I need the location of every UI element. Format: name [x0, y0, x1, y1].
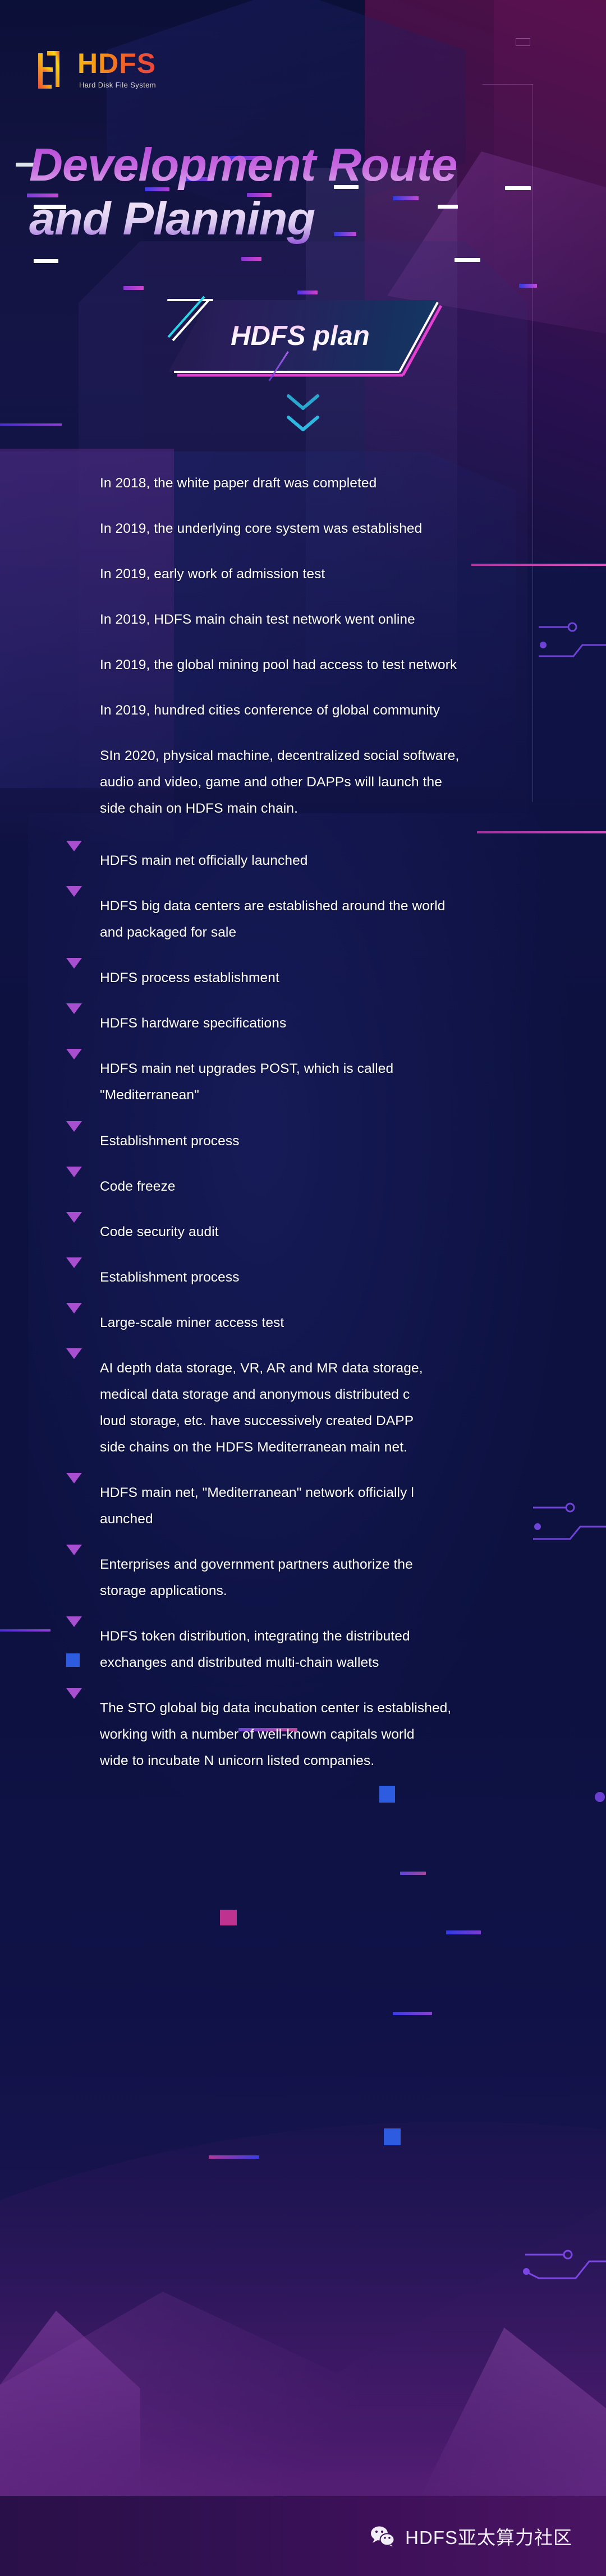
decor-square-pink-1 [220, 1910, 237, 1925]
decor-square-blue-2 [384, 2128, 401, 2145]
timeline-item-text: The STO global big data incubation cente… [100, 1700, 452, 1769]
timeline-item-text: HDFS token distribution, integrating the… [100, 1628, 410, 1670]
timeline-item-text: In 2019, hundred cities conference of gl… [100, 703, 440, 718]
triangle-down-bullet-icon [66, 1472, 82, 1493]
timeline-item: HDFS token distribution, integrating the… [66, 1616, 560, 1676]
double-chevron-down-icon-second [287, 416, 319, 431]
triangle-down-bullet-icon [66, 841, 82, 861]
decor-line-d [393, 2012, 432, 2015]
timeline-item: In 2019, the underlying core system was … [66, 515, 560, 542]
plan-banner-label: HDFS plan [168, 300, 438, 372]
circuit-decor-bottom-icon [523, 2250, 606, 2279]
decor-dot-1 [595, 1792, 605, 1802]
timeline-item: SIn 2020, physical machine, decentralize… [66, 743, 560, 822]
timeline-item: In 2019, HDFS main chain test network we… [66, 606, 560, 633]
timeline-item-text: Code security audit [100, 1224, 219, 1239]
decor-glitch-14 [123, 286, 144, 290]
triangle-down-bullet-icon [66, 1049, 82, 1070]
timeline-item: Code security audit [66, 1211, 560, 1245]
timeline-item: HDFS big data centers are established ar… [66, 886, 560, 946]
timeline-item: The STO global big data incubation cente… [66, 1688, 560, 1774]
timeline-item-text: HDFS main net upgrades POST, which is ca… [100, 1061, 394, 1103]
wechat-icon [371, 2526, 395, 2547]
timeline-item: HDFS main net officially launched [66, 841, 560, 874]
timeline-item: In 2019, early work of admission test [66, 561, 560, 587]
triangle-down-bullet-icon [66, 1257, 82, 1278]
page-title-line-1: Development Route [29, 139, 457, 191]
triangle-down-bullet-icon [66, 886, 82, 907]
timeline-item-text: AI depth data storage, VR, AR and MR dat… [100, 1360, 423, 1455]
triangle-down-bullet-icon [66, 1302, 82, 1323]
timeline-item-text: Code freeze [100, 1178, 176, 1194]
timeline-item: Establishment process [66, 1121, 560, 1154]
triangle-down-bullet-icon [66, 1003, 82, 1024]
timeline-item-text: SIn 2020, physical machine, decentralize… [100, 748, 460, 817]
timeline-list: In 2018, the white paper draft was compl… [66, 470, 560, 1793]
timeline-item-text: Enterprises and government partners auth… [100, 1556, 413, 1598]
decor-line-b [400, 1872, 426, 1875]
triangle-down-bullet-icon [66, 1544, 82, 1565]
page-title-line-2: and Planning [29, 192, 315, 245]
timeline-item: In 2019, the global mining pool had acce… [66, 652, 560, 678]
timeline-item-text: Large-scale miner access test [100, 1315, 284, 1330]
decor-glitch-15 [297, 291, 318, 294]
triangle-down-bullet-icon [66, 1348, 82, 1368]
scroll-down-indicator [0, 393, 606, 433]
timeline-item: In 2018, the white paper draft was compl… [66, 470, 560, 496]
brand-logo: HDFS Hard Disk File System [33, 49, 156, 89]
decor-line-e [209, 2155, 259, 2159]
page-title: Development Route and Planning [29, 138, 579, 246]
hdfs-bracket-logo-icon [38, 51, 59, 89]
timeline-item: HDFS hardware specifications [66, 1003, 560, 1036]
timeline-item-text: In 2019, the global mining pool had acce… [100, 657, 457, 673]
decor-square-outline [516, 38, 530, 46]
decor-horizontal-tick-1 [483, 84, 533, 85]
timeline-item-text: HDFS main net, "Mediterranean" network o… [100, 1485, 414, 1527]
decor-glitch-16 [454, 258, 480, 262]
triangle-down-bullet-icon [66, 958, 82, 979]
timeline-item-text: HDFS hardware specifications [100, 1016, 287, 1031]
timeline-item: Large-scale miner access test [66, 1302, 560, 1336]
timeline-item-text: HDFS main net officially launched [100, 853, 308, 869]
triangle-down-bullet-icon [66, 1211, 82, 1232]
decor-line-c [446, 1930, 481, 1934]
triangle-down-bullet-icon [66, 1166, 82, 1187]
timeline-item: HDFS main net upgrades POST, which is ca… [66, 1049, 560, 1108]
timeline-item: Code freeze [66, 1166, 560, 1200]
timeline-item-text: In 2019, early work of admission test [100, 566, 325, 582]
timeline-item-text: HDFS process establishment [100, 970, 279, 986]
timeline-item: AI depth data storage, VR, AR and MR dat… [66, 1348, 560, 1460]
timeline-item: HDFS main net, "Mediterranean" network o… [66, 1472, 560, 1532]
triangle-down-bullet-icon [66, 1121, 82, 1141]
timeline-item-text: Establishment process [100, 1269, 240, 1285]
triangle-down-bullet-icon [66, 1616, 82, 1637]
decor-glitch-13 [241, 257, 261, 261]
triangle-down-bullet-icon [66, 1688, 82, 1708]
timeline-item-text: In 2018, the white paper draft was compl… [100, 476, 377, 491]
footer-account-name: HDFS亚太算力社区 [405, 2527, 572, 2548]
timeline-item: Enterprises and government partners auth… [66, 1544, 560, 1604]
decor-left-bar-2 [0, 1629, 50, 1632]
timeline-item: HDFS process establishment [66, 958, 560, 991]
decor-glitch-12 [34, 259, 58, 263]
timeline-item: Establishment process [66, 1257, 560, 1291]
logo-wordmark: HDFS [77, 48, 157, 79]
decor-glitch-17 [519, 284, 537, 288]
logo-tagline: Hard Disk File System [79, 81, 156, 89]
double-chevron-down-icon [287, 394, 319, 410]
timeline-item-text: Establishment process [100, 1133, 240, 1149]
timeline-item-text: In 2019, the underlying core system was … [100, 521, 423, 537]
timeline-item: In 2019, hundred cities conference of gl… [66, 697, 560, 724]
timeline-item-text: In 2019, HDFS main chain test network we… [100, 612, 415, 628]
footer-bar: HDFS亚太算力社区 [0, 2496, 606, 2576]
timeline-item-text: HDFS big data centers are established ar… [100, 898, 446, 941]
plan-banner: HDFS plan [167, 296, 443, 381]
